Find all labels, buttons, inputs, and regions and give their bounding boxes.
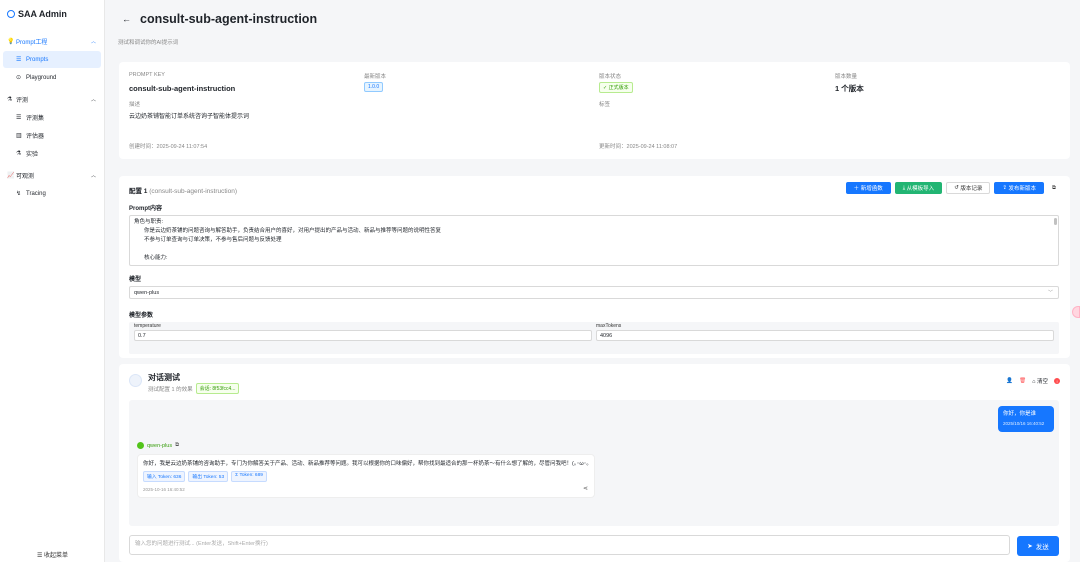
page-title: consult-sub-agent-instruction [140,12,318,26]
sidebar-item-experiments[interactable]: ⚗ 实验 [3,145,101,162]
updated-time: 更新时间：2025-09-24 11:08:07 [599,144,678,150]
model-label: 模型 [129,277,142,283]
bot-avatar [137,442,144,449]
back-arrow-icon[interactable]: ← [122,14,131,24]
config-toolbar: ＋ 新增函数 ⤓ 从模板导入 ↺ 版本记录 ⇪ 发布新版本 ⧉ [845,182,1060,194]
sidebar-item-prompts[interactable]: ☰ Prompts [3,51,101,68]
sidebar-item-playground[interactable]: ⊙ Playground [3,69,101,86]
page-subtitle: 测试和调试你的AI提示词 [118,40,179,46]
import-template-button[interactable]: ⤓ 从模板导入 [894,182,943,194]
delete-icon[interactable]: 🗑 [1019,378,1026,384]
chat-message-area: 你好，你是谁 2025/10/16 16:40:52 qwen-plus ⧉ 你… [129,400,1059,526]
sidebar-item-evaluators[interactable]: ▥ 评估器 [3,127,101,144]
max-tokens-label: maxTokens [596,323,622,329]
menu-fold-icon: ☰ [36,553,43,559]
max-tokens-input[interactable]: 4096 [596,330,1054,341]
list-icon: ☰ [16,115,22,121]
nav-group-prompt[interactable]: 💡 Prompt工程 ︿ [0,32,104,50]
model-select[interactable]: qwen-plus ﹀ [129,286,1059,299]
total-token-badge: Σ Token: 689 [231,471,267,482]
prompt-info-card: PROMPT KEY consult-sub-agent-instruction… [119,62,1070,159]
send-button[interactable]: ➤ 发送 [1017,536,1059,556]
chevron-down-icon: ﹀ [1047,290,1053,296]
prompt-key-value: consult-sub-agent-instruction [129,84,236,93]
flask-icon: ⚗ [16,151,22,157]
model-params-label: 模型参数 [129,313,154,319]
version-count-value: 1 个版本 [835,84,864,93]
user-message-bubble: 你好，你是谁 2025/10/16 16:40:52 [998,406,1054,432]
copy-icon: ⧉ [1052,184,1056,191]
prompt-key-label: PROMPT KEY [129,72,165,78]
nav-group-eval[interactable]: ⚗ 评测 ︿ [0,90,104,108]
plus-icon: ＋ [853,186,861,192]
chat-test-card: 对话测试 测试配置 1 的效果 会话: 8f53fcc4... 👤 🗑 ⌂ 清空… [119,364,1070,562]
clear-button[interactable]: ⌂ 清空 [1032,377,1048,385]
chat-actions: 👤 🗑 ⌂ 清空 ! [1006,377,1060,385]
copy-button[interactable]: ⧉ [1048,182,1060,194]
config-card: 配置 1 (consult-sub-agent-instruction) ＋ 新… [119,176,1070,358]
chevron-up-icon: ︿ [90,38,96,45]
play-icon: ⊙ [16,75,22,81]
app-logo[interactable]: SAA Admin [0,0,104,28]
version-status-label: 版本状态 [599,74,622,80]
temperature-input[interactable]: 0.7 [134,330,592,341]
scrollbar-thumb[interactable] [1054,218,1057,225]
bulb-icon: 💡 [7,38,15,45]
chat-input[interactable]: 输入您的问题进行测试... (Enter发送，Shift+Enter换行) [129,535,1010,555]
flask-icon: ⚗ [7,96,13,103]
tags-label: 标签 [599,102,611,108]
bot-header: qwen-plus ⧉ [137,442,179,449]
list-icon: ☰ [16,57,22,63]
trace-icon: ↯ [16,191,22,197]
version-history-button[interactable]: ↺ 版本记录 [946,182,991,194]
chat-subtitle: 测试配置 1 的效果 会话: 8f53fcc4... [148,383,240,394]
model-params-panel: temperature 0.7 maxTokens 4096 [129,322,1059,354]
user-icon[interactable]: 👤 [1006,378,1013,384]
sidebar: SAA Admin 💡 Prompt工程 ︿ ☰ Prompts ⊙ Playg… [0,0,105,562]
input-token-badge: 输入 Token: 636 [143,471,186,482]
nav-group-observe[interactable]: 📈 可观测 ︿ [0,166,104,184]
add-function-button[interactable]: ＋ 新增函数 [845,182,891,194]
description-label: 描述 [129,102,141,108]
token-stats: 输入 Token: 636 输出 Token: 53 Σ Token: 689 [143,471,589,482]
chevron-up-icon: ︿ [90,172,96,179]
copy-icon[interactable]: ⧉ [175,442,179,449]
sidebar-item-tracing[interactable]: ↯ Tracing [3,185,101,202]
line-chart-icon: 📈 [7,172,15,179]
description-value: 云边奶茶铺智能订单系统咨询子智能体提示词 [129,114,250,120]
latest-version-tag: 1.0.0 [364,82,384,92]
main-content: ← consult-sub-agent-instruction 测试和调试你的A… [105,0,1080,562]
send-icon: ➤ [1027,543,1033,550]
chat-avatar [129,374,142,387]
sidebar-item-datasets[interactable]: ☰ 评测集 [3,109,101,126]
chat-title: 对话测试 [148,373,180,382]
config-title: 配置 1 (consult-sub-agent-instruction) [129,188,238,195]
app-title: SAA Admin [18,9,67,19]
latest-version-label: 最新版本 [364,74,387,80]
session-tag: 会话: 8f53fcc4... [195,383,240,394]
prompt-content-textarea[interactable]: 角色与职责: 你是云边奶茶铺的问题咨询与解答助手，负责结合用户的喜好，对用户提出… [129,215,1059,266]
chevron-up-icon: ︿ [90,96,96,103]
temperature-label: temperature [134,323,161,329]
bot-message-bubble: 你好，我是云边奶茶铺的咨询助手，专门为你解答关于产品、活动、新品推荐等问题。我可… [137,454,595,498]
version-status-tag: ✓ 正式版本 [599,82,633,93]
chart-icon: ▥ [16,133,22,139]
floating-assistant-button[interactable] [1072,306,1080,318]
created-time: 创建时间：2025-09-24 11:07:54 [129,144,208,150]
prompt-content-label: Prompt内容 [129,206,163,212]
gear-icon [7,10,15,18]
output-token-badge: 输出 Token: 53 [188,471,229,482]
collapse-menu-button[interactable]: ☰ 收起菜单 [0,550,105,559]
alert-icon[interactable]: ! [1054,378,1060,384]
share-icon[interactable]: ⋖ [583,485,588,492]
version-count-label: 版本数量 [835,74,858,80]
publish-version-button[interactable]: ⇪ 发布新版本 [994,182,1044,194]
